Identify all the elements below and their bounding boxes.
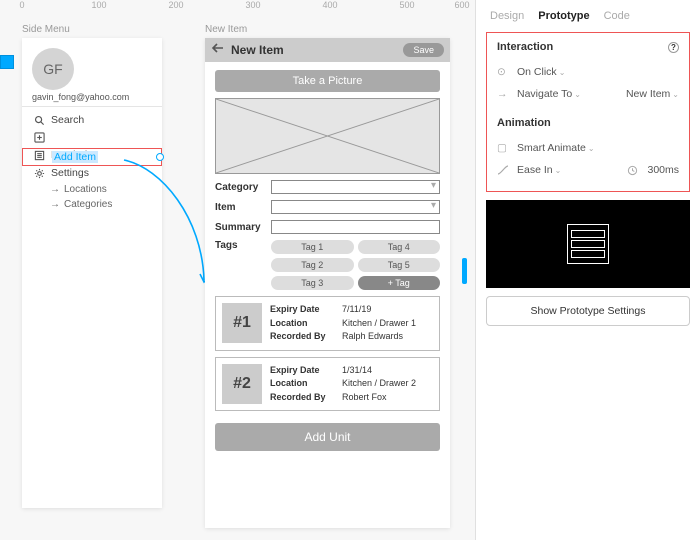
tag-chip[interactable]: Tag 1 [271, 240, 354, 254]
screen-title: New Item [231, 43, 397, 57]
arrow-right-icon: → [50, 184, 60, 195]
take-picture-button[interactable]: Take a Picture [215, 70, 440, 92]
show-prototype-settings-button[interactable]: Show Prototype Settings [486, 296, 690, 326]
unit-number: #1 [222, 303, 262, 343]
add-box-icon [34, 132, 45, 143]
design-canvas[interactable]: 0 100 200 300 400 500 600 Side Menu New … [0, 0, 475, 540]
prototype-preview[interactable] [486, 200, 690, 288]
target-select[interactable]: New Item⌄ [626, 88, 679, 100]
sub-item-categories[interactable]: →Categories [22, 197, 162, 212]
easing-select[interactable]: Ease In⌄ [517, 164, 561, 176]
interaction-section: Interaction? ⊙ On Click⌄ → Navigate To⌄ … [486, 32, 690, 192]
back-arrow-icon[interactable] [211, 41, 225, 59]
section-title-interaction: Interaction [497, 41, 553, 53]
frame-label-side-menu[interactable]: Side Menu [22, 24, 70, 35]
tag-chip[interactable]: Tag 5 [358, 258, 441, 272]
help-icon[interactable]: ? [668, 42, 679, 53]
animation-type-select[interactable]: Smart Animate⌄ [517, 142, 595, 154]
frame-new-item[interactable]: New Item Save Take a Picture Category It… [205, 38, 450, 528]
avatar: GF [32, 48, 74, 90]
menu-item-add[interactable] [22, 129, 162, 146]
menu-item-search[interactable]: Search [22, 111, 162, 129]
tag-chip[interactable]: Tag 2 [271, 258, 354, 272]
tab-design[interactable]: Design [490, 10, 524, 22]
unit-card[interactable]: #2 Expiry Date1/31/14 LocationKitchen / … [215, 357, 440, 412]
frame-side-menu[interactable]: GF gavin_fong@yahoo.com Search Reminder … [22, 38, 162, 508]
duration-input[interactable]: 300ms [647, 164, 679, 176]
label-item: Item [215, 202, 265, 213]
canvas-scrollbar-thumb[interactable] [462, 258, 467, 284]
add-tag-button[interactable]: + Tag [358, 276, 441, 290]
frame-label-new-item[interactable]: New Item [205, 24, 247, 35]
label-category: Category [215, 182, 265, 193]
clock-icon [627, 165, 639, 176]
section-title-animation: Animation [497, 117, 551, 129]
ruler-horizontal: 0 100 200 300 400 500 600 [0, 0, 475, 14]
menu-item-settings[interactable]: Settings [22, 164, 162, 182]
preview-thumbnail [567, 224, 609, 264]
menu-label: Search [51, 114, 84, 126]
add-unit-button[interactable]: Add Unit [215, 423, 440, 451]
ruler-page-marker[interactable] [0, 55, 14, 69]
animate-icon: ▢ [497, 142, 509, 154]
unit-number: #2 [222, 364, 262, 404]
label-summary: Summary [215, 222, 265, 233]
save-button[interactable]: Save [403, 43, 444, 57]
user-email: gavin_fong@yahoo.com [22, 92, 162, 107]
tag-chip[interactable]: Tag 3 [271, 276, 354, 290]
image-placeholder[interactable] [215, 98, 440, 174]
item-select[interactable] [271, 200, 440, 214]
selected-text-add-item[interactable]: Add Item [52, 151, 98, 163]
lightning-icon: ⊙ [497, 66, 509, 78]
label-tags: Tags [215, 240, 265, 290]
trigger-select[interactable]: On Click⌄ [517, 66, 565, 78]
ease-curve-icon [497, 165, 509, 175]
gear-icon [34, 168, 45, 179]
search-icon [34, 115, 45, 126]
unit-card[interactable]: #1 Expiry Date7/11/19 LocationKitchen / … [215, 296, 440, 351]
action-select[interactable]: Navigate To⌄ [517, 88, 581, 100]
category-select[interactable] [271, 180, 440, 194]
tab-prototype[interactable]: Prototype [538, 10, 589, 22]
arrow-right-icon: → [50, 199, 60, 210]
sub-item-locations[interactable]: →Locations [22, 182, 162, 197]
summary-input[interactable] [271, 220, 440, 234]
inspector-panel: Design Prototype Code Interaction? ⊙ On … [475, 0, 700, 540]
menu-label: Settings [51, 167, 89, 179]
tab-code[interactable]: Code [604, 10, 630, 22]
tag-chip[interactable]: Tag 4 [358, 240, 441, 254]
arrow-right-icon: → [497, 88, 509, 100]
